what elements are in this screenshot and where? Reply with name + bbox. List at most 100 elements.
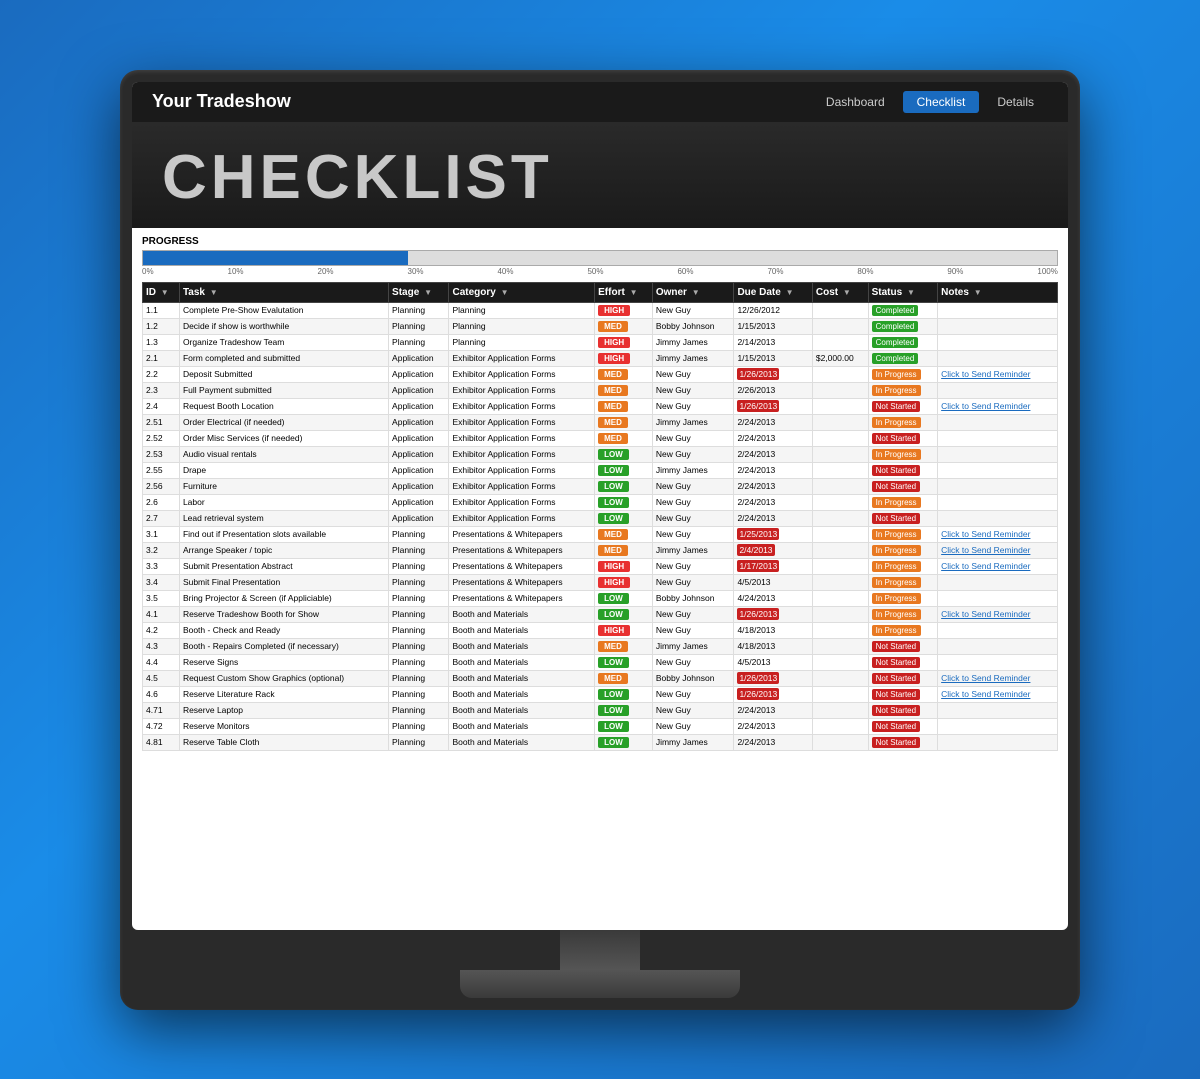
table-row: 3.3Submit Presentation AbstractPlanningP… bbox=[143, 558, 1058, 574]
status-badge: In Progress bbox=[872, 577, 921, 588]
cell-id: 4.81 bbox=[143, 734, 180, 750]
cell-category: Exhibitor Application Forms bbox=[449, 430, 595, 446]
cell-due-date: 2/24/2013 bbox=[734, 430, 812, 446]
cell-effort: LOW bbox=[595, 446, 653, 462]
cell-stage: Planning bbox=[389, 670, 449, 686]
cell-due-date: 1/15/2013 bbox=[734, 350, 812, 366]
cell-category: Presentations & Whitepapers bbox=[449, 574, 595, 590]
cell-status: Not Started bbox=[868, 478, 938, 494]
table-row: 1.3Organize Tradeshow TeamPlanningPlanni… bbox=[143, 334, 1058, 350]
cell-category: Presentations & Whitepapers bbox=[449, 558, 595, 574]
cell-effort: LOW bbox=[595, 654, 653, 670]
content-area: PROGRESS 0% 10% 20% 30% 40% 50% 60% 70% … bbox=[132, 228, 1068, 930]
status-badge: In Progress bbox=[872, 449, 921, 460]
progress-bar-fill bbox=[143, 251, 408, 265]
effort-badge: MED bbox=[598, 369, 628, 380]
cell-stage: Planning bbox=[389, 318, 449, 334]
cell-status: In Progress bbox=[868, 526, 938, 542]
cell-notes[interactable]: Click to Send Reminder bbox=[938, 686, 1058, 702]
cell-notes[interactable]: Click to Send Reminder bbox=[938, 542, 1058, 558]
cell-cost bbox=[812, 702, 868, 718]
cell-stage: Application bbox=[389, 366, 449, 382]
app-header: Your Tradeshow Dashboard Checklist Detai… bbox=[132, 82, 1068, 122]
effort-badge: MED bbox=[598, 385, 628, 396]
status-badge: In Progress bbox=[872, 609, 921, 620]
cell-category: Booth and Materials bbox=[449, 654, 595, 670]
send-reminder-link[interactable]: Click to Send Reminder bbox=[941, 609, 1030, 619]
cell-effort: HIGH bbox=[595, 302, 653, 318]
cell-status: Not Started bbox=[868, 510, 938, 526]
status-badge: Completed bbox=[872, 321, 919, 332]
cell-due-date: 1/26/2013 bbox=[734, 606, 812, 622]
cell-cost bbox=[812, 622, 868, 638]
cell-cost bbox=[812, 686, 868, 702]
effort-badge: MED bbox=[598, 545, 628, 556]
send-reminder-link[interactable]: Click to Send Reminder bbox=[941, 673, 1030, 683]
cell-effort: LOW bbox=[595, 702, 653, 718]
cell-stage: Planning bbox=[389, 622, 449, 638]
effort-badge: MED bbox=[598, 321, 628, 332]
cell-due-date: 1/15/2013 bbox=[734, 318, 812, 334]
send-reminder-link[interactable]: Click to Send Reminder bbox=[941, 561, 1030, 571]
cell-notes[interactable]: Click to Send Reminder bbox=[938, 366, 1058, 382]
cell-due-date: 2/24/2013 bbox=[734, 718, 812, 734]
send-reminder-link[interactable]: Click to Send Reminder bbox=[941, 529, 1030, 539]
cell-effort: MED bbox=[595, 542, 653, 558]
cell-effort: MED bbox=[595, 382, 653, 398]
send-reminder-link[interactable]: Click to Send Reminder bbox=[941, 689, 1030, 699]
cell-status: Not Started bbox=[868, 654, 938, 670]
cell-due-date: 4/5/2013 bbox=[734, 654, 812, 670]
cell-category: Exhibitor Application Forms bbox=[449, 446, 595, 462]
cell-owner: Jimmy James bbox=[652, 542, 734, 558]
status-badge: Completed bbox=[872, 353, 919, 364]
cell-notes bbox=[938, 494, 1058, 510]
send-reminder-link[interactable]: Click to Send Reminder bbox=[941, 401, 1030, 411]
cell-task: Reserve Signs bbox=[179, 654, 388, 670]
cell-owner: Jimmy James bbox=[652, 462, 734, 478]
cell-notes[interactable]: Click to Send Reminder bbox=[938, 670, 1058, 686]
cell-cost bbox=[812, 638, 868, 654]
cell-due-date: 1/26/2013 bbox=[734, 366, 812, 382]
status-badge: Not Started bbox=[872, 401, 920, 412]
cell-notes[interactable]: Click to Send Reminder bbox=[938, 526, 1058, 542]
effort-badge: LOW bbox=[598, 465, 629, 476]
table-row: 2.56FurnitureApplicationExhibitor Applic… bbox=[143, 478, 1058, 494]
cell-notes[interactable]: Click to Send Reminder bbox=[938, 558, 1058, 574]
cell-stage: Application bbox=[389, 430, 449, 446]
table-row: 4.5Request Custom Show Graphics (optiona… bbox=[143, 670, 1058, 686]
cell-task: Furniture bbox=[179, 478, 388, 494]
cell-task: Complete Pre-Show Evalutation bbox=[179, 302, 388, 318]
cell-effort: MED bbox=[595, 638, 653, 654]
cell-owner: Jimmy James bbox=[652, 350, 734, 366]
effort-badge: LOW bbox=[598, 609, 629, 620]
tab-dashboard[interactable]: Dashboard bbox=[812, 91, 899, 113]
send-reminder-link[interactable]: Click to Send Reminder bbox=[941, 545, 1030, 555]
cell-id: 2.2 bbox=[143, 366, 180, 382]
send-reminder-link[interactable]: Click to Send Reminder bbox=[941, 369, 1030, 379]
table-row: 4.6Reserve Literature RackPlanningBooth … bbox=[143, 686, 1058, 702]
effort-badge: LOW bbox=[598, 593, 629, 604]
cell-notes[interactable]: Click to Send Reminder bbox=[938, 606, 1058, 622]
cell-notes bbox=[938, 382, 1058, 398]
cell-cost bbox=[812, 366, 868, 382]
effort-badge: MED bbox=[598, 417, 628, 428]
cell-task: Order Misc Services (if needed) bbox=[179, 430, 388, 446]
cell-owner: New Guy bbox=[652, 606, 734, 622]
cell-id: 4.3 bbox=[143, 638, 180, 654]
cell-notes[interactable]: Click to Send Reminder bbox=[938, 398, 1058, 414]
cell-owner: New Guy bbox=[652, 398, 734, 414]
effort-badge: MED bbox=[598, 673, 628, 684]
cell-category: Booth and Materials bbox=[449, 622, 595, 638]
cell-category: Booth and Materials bbox=[449, 606, 595, 622]
status-badge: Not Started bbox=[872, 657, 920, 668]
cell-status: Not Started bbox=[868, 670, 938, 686]
col-duedate: Due Date ▼ bbox=[734, 282, 812, 302]
cell-status: In Progress bbox=[868, 622, 938, 638]
cell-id: 4.2 bbox=[143, 622, 180, 638]
tab-checklist[interactable]: Checklist bbox=[903, 91, 980, 113]
cell-category: Presentations & Whitepapers bbox=[449, 526, 595, 542]
cell-cost bbox=[812, 606, 868, 622]
tab-details[interactable]: Details bbox=[983, 91, 1048, 113]
cell-id: 3.5 bbox=[143, 590, 180, 606]
cell-category: Exhibitor Application Forms bbox=[449, 366, 595, 382]
